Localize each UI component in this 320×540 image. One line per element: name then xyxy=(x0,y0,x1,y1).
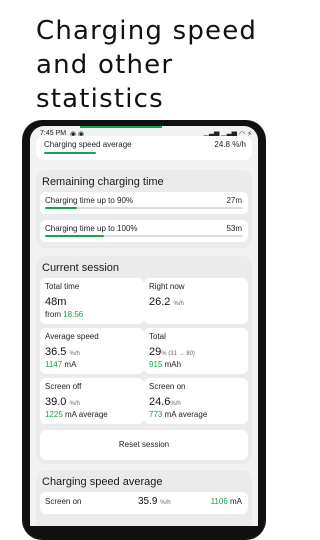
remaining-label: Charging time up to 90% xyxy=(45,196,134,205)
headline-line-2: and other xyxy=(36,50,174,80)
top-speed-bar xyxy=(44,152,96,154)
tile-value: 36.5 %/h xyxy=(45,346,80,358)
top-speed-label: Charging speed average xyxy=(44,140,132,149)
speed-row-label: Screen on xyxy=(45,497,82,506)
screen-on-tile[interactable]: Screen on 24.6%/h 773 mA average xyxy=(144,378,248,424)
remaining-value: 53m xyxy=(226,224,242,233)
remaining-label: Charging time up to 100% xyxy=(45,224,138,233)
progress-fill xyxy=(45,207,77,209)
remaining-value: 27m xyxy=(226,196,242,205)
phone-screen: 7:45 PM ◉ ◉ ▂▄▆ ▂▄▆ ◠ ⚡ Charging speed a… xyxy=(30,126,258,526)
tile-sub: 1147 mA xyxy=(45,360,77,369)
speed-average-row[interactable]: Screen on 35.9 %/h 1106 mA xyxy=(40,492,248,514)
progress-track xyxy=(45,235,243,237)
right-now-tile[interactable]: Right now 26.2 %/h xyxy=(144,278,248,324)
tile-sub: 773 mA average xyxy=(149,410,208,419)
tile-sub: from 18:56 xyxy=(45,310,84,319)
tile-value: 48m xyxy=(45,296,67,308)
total-tile[interactable]: Total 29% (31 → 80) 915 mAh xyxy=(144,328,248,374)
headline: Charging speed and other statistics xyxy=(36,14,257,116)
headline-line-3: statistics xyxy=(36,84,164,114)
tile-title: Average speed xyxy=(45,332,99,341)
tile-title: Total xyxy=(149,332,166,341)
speed-row-ma: 1106 mA xyxy=(210,497,242,506)
tile-sub: 915 mAh xyxy=(149,360,182,369)
speed-row-value: 35.9 %/h xyxy=(138,496,171,507)
remaining-section: Remaining charging time Charging time up… xyxy=(36,170,252,248)
progress-fill xyxy=(45,235,105,237)
remaining-row-90[interactable]: Charging time up to 90% 27m xyxy=(40,192,248,214)
speed-average-section: Charging speed average Screen on 35.9 %/… xyxy=(36,470,252,526)
tile-title: Right now xyxy=(149,282,185,291)
tile-title: Screen on xyxy=(149,382,186,391)
progress-track xyxy=(45,207,243,209)
screen-off-tile[interactable]: Screen off 39.0 %/h 1225 mA average xyxy=(40,378,144,424)
tile-value: 29% (31 → 80) xyxy=(149,346,195,358)
session-title: Current session xyxy=(42,262,120,274)
remaining-row-100[interactable]: Charging time up to 100% 53m xyxy=(40,220,248,242)
tile-sub: 1225 mA average xyxy=(45,410,108,419)
tile-title: Total time xyxy=(45,282,80,291)
tile-value: 26.2 %/h xyxy=(149,296,184,308)
speed-average-title: Charging speed average xyxy=(42,476,163,488)
reset-session-button[interactable]: Reset session xyxy=(40,430,248,460)
top-speed-value: 24.8 %/h xyxy=(214,140,246,149)
tile-value: 39.0 %/h xyxy=(45,396,80,408)
top-speed-card[interactable]: Charging speed average 24.8 %/h xyxy=(36,136,252,160)
remaining-title: Remaining charging time xyxy=(42,176,164,188)
headline-line-1: Charging speed xyxy=(36,16,258,46)
current-session-section: Current session Total time 48m from 18:5… xyxy=(36,256,252,464)
tile-title: Screen off xyxy=(45,382,82,391)
tile-value: 24.6%/h xyxy=(149,396,181,408)
average-speed-tile[interactable]: Average speed 36.5 %/h 1147 mA xyxy=(40,328,144,374)
total-time-tile[interactable]: Total time 48m from 18:56 xyxy=(40,278,144,324)
